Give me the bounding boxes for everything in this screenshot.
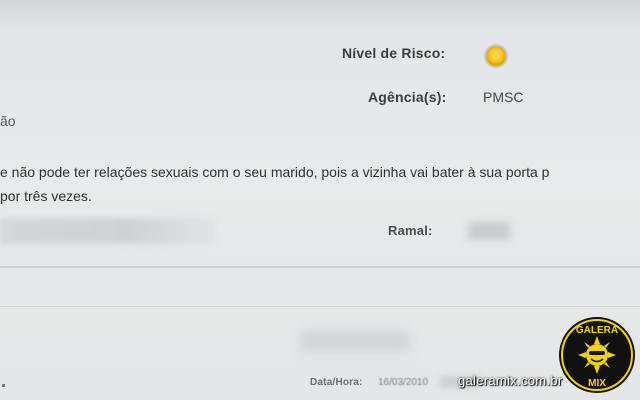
section-divider-secondary: [0, 306, 640, 307]
description-line-1: e não pode ter relações sexuais com o se…: [0, 164, 550, 180]
redacted-ramal-value: [468, 222, 510, 240]
datetime-label: Data/Hora:: [310, 377, 363, 388]
watermark-site-text: galeramix.com.br: [458, 373, 563, 388]
logo-text-top: GALERA: [576, 325, 618, 336]
datetime-value: 16/03/2010: [378, 377, 429, 388]
occurrence-description: e não pode ter relações sexuais com o se…: [0, 160, 640, 208]
redacted-bottom-field: [300, 330, 410, 352]
risk-level-indicator-icon: [486, 46, 506, 66]
screen-background: Nível de Risco: Agência(s): PMSC ão e nã…: [0, 0, 640, 400]
logo-text-bottom: MIX: [588, 378, 606, 389]
ramal-label: Ramal:: [388, 223, 433, 238]
top-shade: [0, 0, 640, 28]
section-divider: [0, 266, 640, 268]
agency-value: PMSC: [483, 89, 524, 105]
galera-mix-logo-icon: GALERA MIX: [559, 317, 635, 393]
description-line-2: por três vezes.: [0, 188, 92, 204]
truncated-field-text: ão: [0, 113, 16, 129]
risk-level-label: Nível de Risco:: [342, 45, 446, 61]
agency-label: Agência(s):: [368, 89, 447, 105]
bottom-marker: [2, 384, 5, 387]
redacted-field: [0, 218, 215, 244]
